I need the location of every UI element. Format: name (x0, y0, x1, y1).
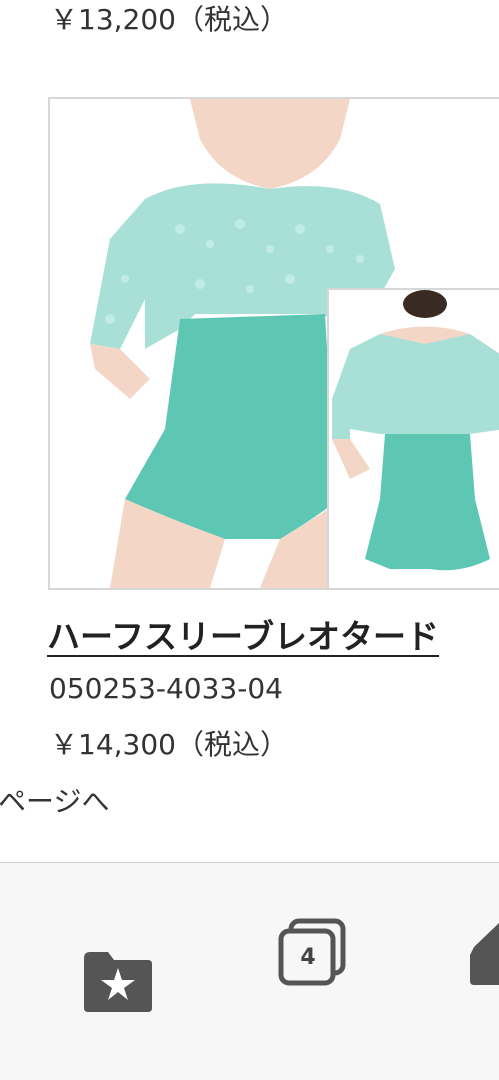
product-price: ￥14,300（税込） (50, 728, 288, 761)
browser-toolbar (0, 862, 499, 1080)
page-link[interactable]: ページへ (0, 780, 109, 820)
leotard-photo (90, 99, 499, 588)
home-button[interactable] (470, 915, 499, 987)
bookmarks-button[interactable] (82, 950, 154, 1014)
page: ￥13,200（税込） ハーフスリーブレオタード 050253-4033-04 … (0, 0, 499, 1080)
tabs-button[interactable]: 4 (277, 917, 349, 989)
tab-count: 4 (300, 945, 316, 970)
previous-item-price: ￥13,200（税込） (50, 3, 288, 36)
bookmarks-icon (84, 952, 152, 1012)
home-icon (470, 923, 499, 985)
product-image[interactable] (48, 97, 499, 590)
product-title-link[interactable]: ハーフスリーブレオタード (47, 610, 439, 658)
product-code: 050253-4033-04 (49, 672, 283, 705)
